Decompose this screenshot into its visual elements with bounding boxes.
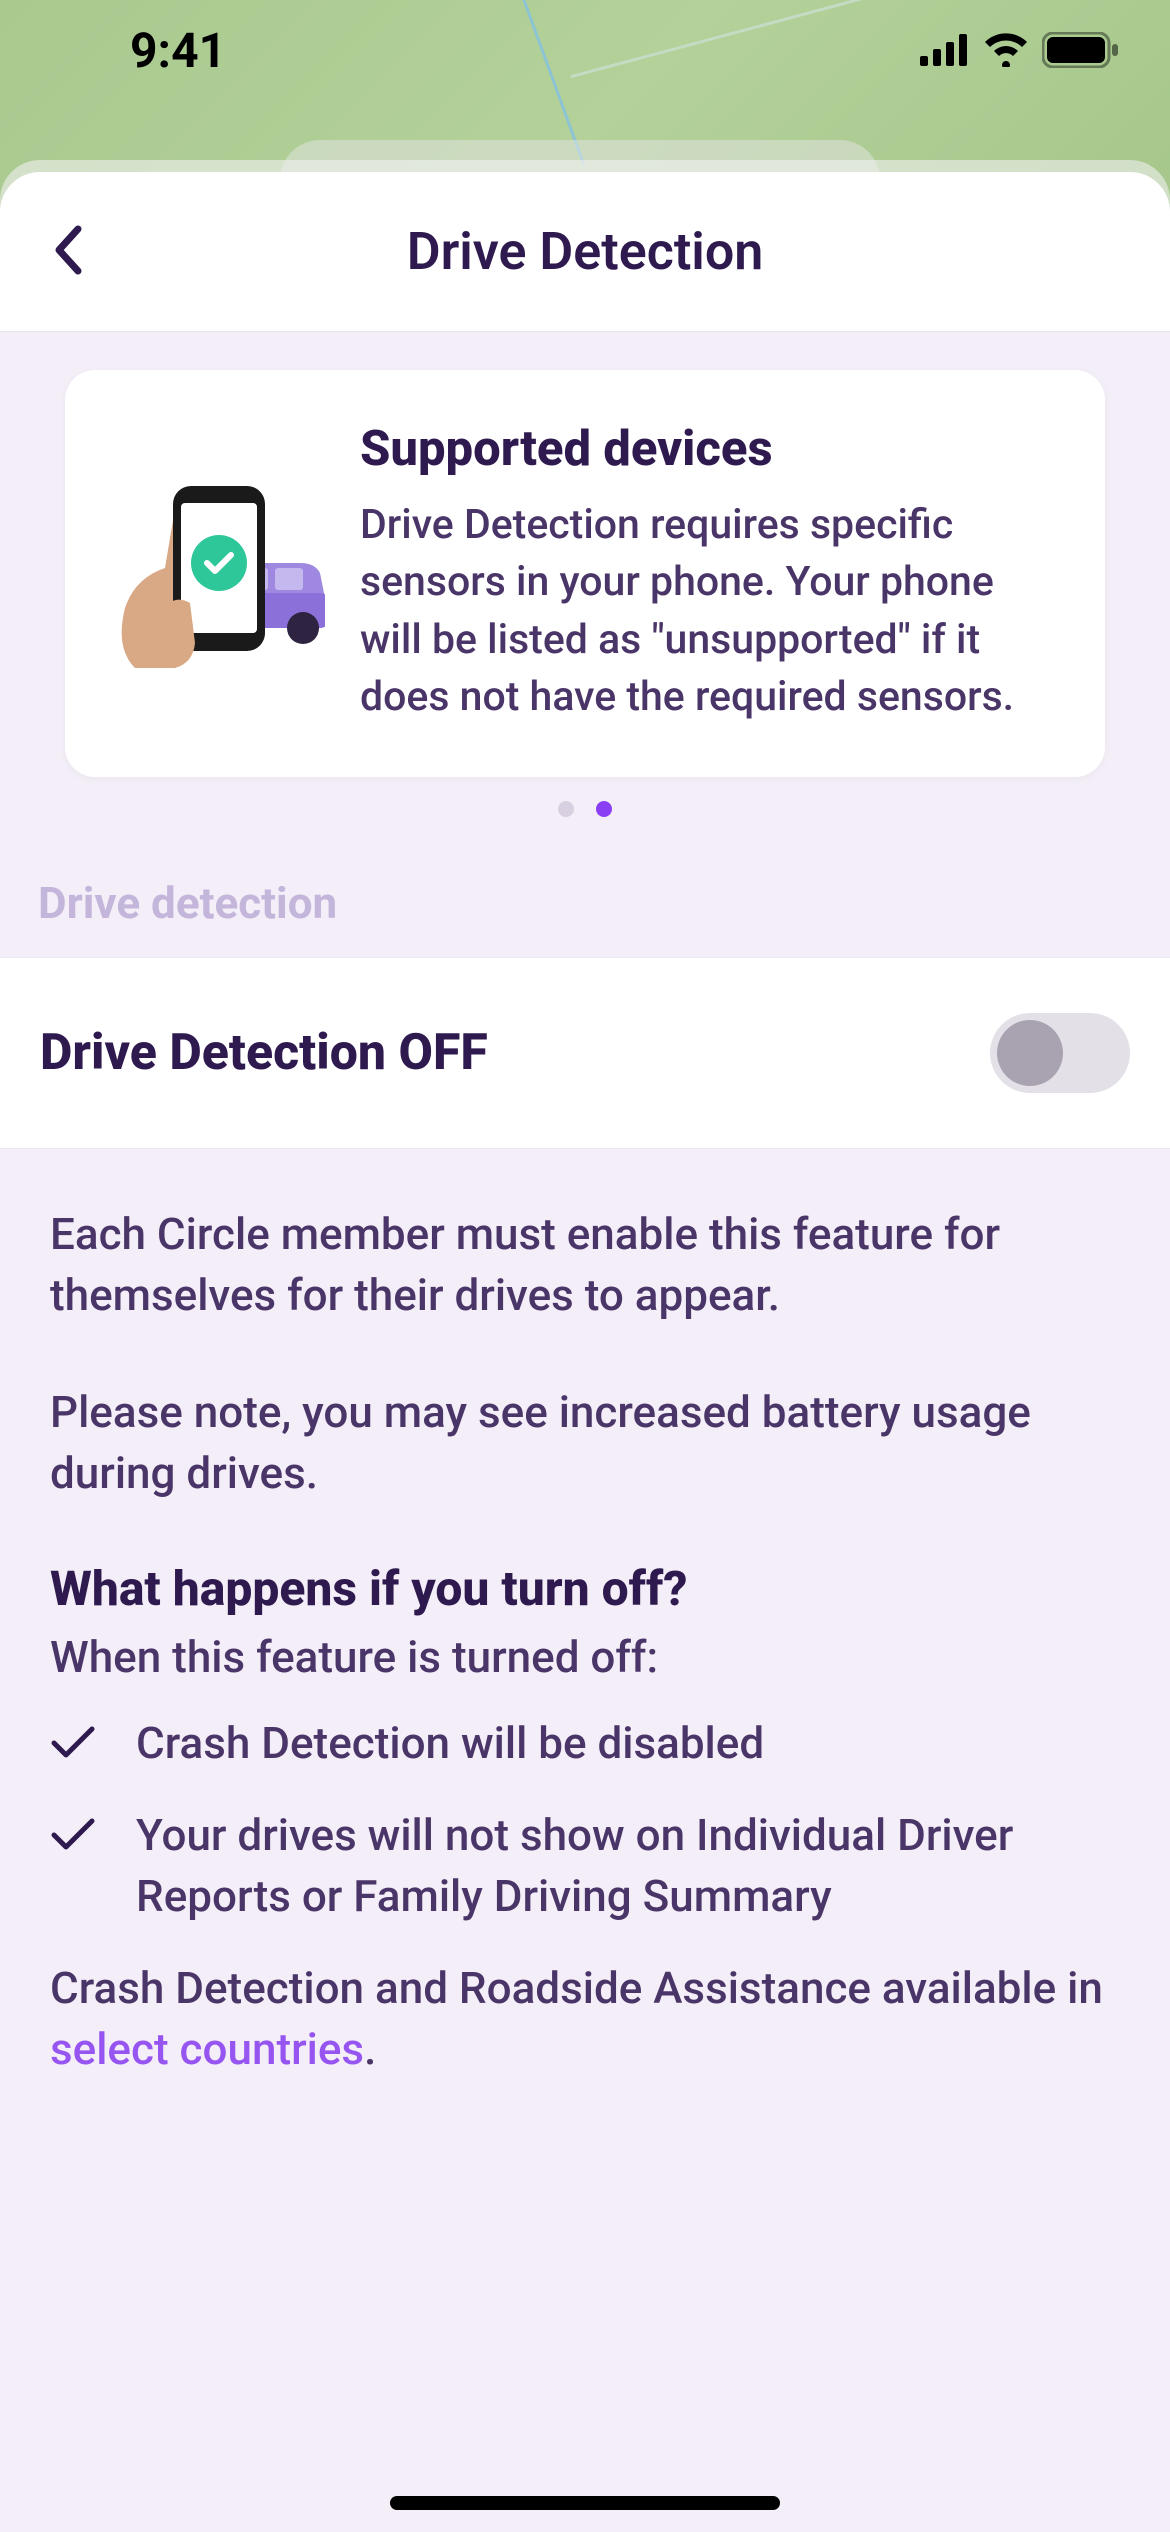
status-bar: 9:41 bbox=[0, 0, 1170, 100]
page-indicator[interactable] bbox=[0, 801, 1170, 817]
bullet-row-2: Your drives will not show on Individual … bbox=[50, 1805, 1120, 1928]
card-body: Drive Detection requires specific sensor… bbox=[360, 497, 1060, 727]
select-countries-link[interactable]: select countries bbox=[50, 2023, 364, 2075]
card-illustration bbox=[100, 420, 330, 727]
info-subheading: When this feature is turned off: bbox=[50, 1631, 1120, 1683]
footer-prefix: Crash Detection and Roadside Assistance … bbox=[50, 1962, 1103, 2014]
main-sheet: Drive Detection Supported devices Drive … bbox=[0, 172, 1170, 2532]
check-icon bbox=[50, 1817, 96, 1928]
footer-text: Crash Detection and Roadside Assistance … bbox=[50, 1958, 1120, 2081]
info-section: Each Circle member must enable this feat… bbox=[0, 1149, 1170, 2136]
check-icon bbox=[50, 1725, 96, 1775]
info-para-2: Please note, you may see increased batte… bbox=[50, 1382, 1120, 1505]
page-title: Drive Detection bbox=[407, 221, 764, 282]
back-button[interactable] bbox=[50, 223, 84, 281]
toggle-label: Drive Detection OFF bbox=[40, 1024, 488, 1082]
drive-detection-toggle[interactable] bbox=[990, 1013, 1130, 1093]
page-dot-1 bbox=[558, 801, 574, 817]
card-content: Supported devices Drive Detection requir… bbox=[360, 420, 1060, 727]
cellular-icon bbox=[920, 34, 970, 66]
bullet-text-1: Crash Detection will be disabled bbox=[136, 1713, 764, 1775]
toggle-row: Drive Detection OFF bbox=[0, 957, 1170, 1149]
info-para-1: Each Circle member must enable this feat… bbox=[50, 1204, 1120, 1327]
battery-icon bbox=[1042, 32, 1120, 68]
card-title: Supported devices bbox=[360, 420, 1060, 477]
footer-suffix: . bbox=[364, 2023, 376, 2075]
page-dot-2 bbox=[596, 801, 612, 817]
toggle-knob bbox=[997, 1020, 1063, 1086]
status-icons bbox=[920, 32, 1120, 68]
wifi-icon bbox=[982, 33, 1030, 67]
header: Drive Detection bbox=[0, 172, 1170, 332]
info-heading: What happens if you turn off? bbox=[50, 1560, 1120, 1617]
bullet-text-2: Your drives will not show on Individual … bbox=[136, 1805, 1120, 1928]
phone-car-illustration bbox=[105, 468, 325, 678]
home-indicator[interactable] bbox=[390, 2496, 780, 2510]
info-card[interactable]: Supported devices Drive Detection requir… bbox=[65, 370, 1105, 777]
bullet-row-1: Crash Detection will be disabled bbox=[50, 1713, 1120, 1775]
status-time: 9:41 bbox=[130, 22, 226, 79]
chevron-left-icon bbox=[50, 223, 84, 277]
section-label: Drive detection bbox=[0, 867, 1170, 957]
